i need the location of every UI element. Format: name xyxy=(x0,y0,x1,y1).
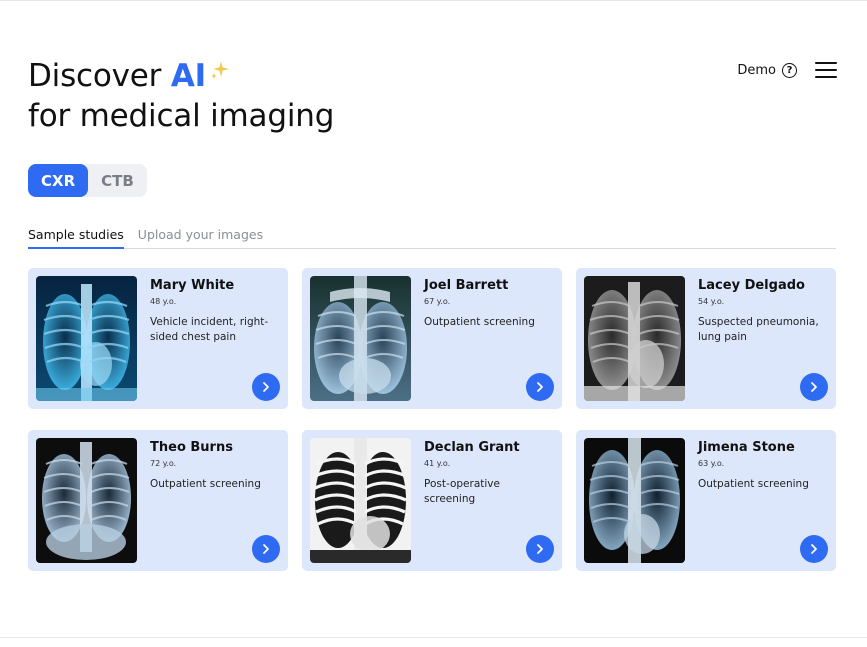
study-card[interactable]: Theo Burns 72 y.o. Outpatient screening xyxy=(28,430,288,571)
header-actions: Demo ? xyxy=(737,62,837,78)
chevron-right-icon xyxy=(537,382,543,392)
study-card[interactable]: Jimena Stone 63 y.o. Outpatient screenin… xyxy=(576,430,836,571)
study-description: Suspected pneumonia, lung pain xyxy=(698,316,819,343)
chevron-right-icon xyxy=(263,544,269,554)
xray-thumbnail xyxy=(310,438,411,563)
study-card[interactable]: Declan Grant 41 y.o. Post-operative scre… xyxy=(302,430,562,571)
study-description: Post-operative screening xyxy=(424,478,500,505)
tab-upload-images[interactable]: Upload your images xyxy=(138,226,263,248)
open-study-button[interactable] xyxy=(252,535,280,563)
tab-sample-studies[interactable]: Sample studies xyxy=(28,226,124,249)
xray-thumbnail xyxy=(584,438,685,563)
chevron-right-icon xyxy=(537,544,543,554)
study-info: Mary White 48 y.o. Vehicle incident, rig… xyxy=(150,278,274,345)
patient-name: Mary White xyxy=(150,278,235,293)
xray-thumbnail xyxy=(310,276,411,401)
patient-name: Theo Burns xyxy=(150,440,233,455)
title-line-2: for medical imaging xyxy=(28,98,335,134)
patient-age: 41 y.o. xyxy=(424,459,451,468)
study-description: Vehicle incident, right-sided chest pain xyxy=(150,316,269,343)
xray-thumbnail xyxy=(584,276,685,401)
top-border xyxy=(0,0,867,1)
title-ai: AI xyxy=(170,58,207,94)
study-card[interactable]: Joel Barrett 67 y.o. Outpatient screenin… xyxy=(302,268,562,409)
patient-age: 72 y.o. xyxy=(150,459,177,468)
chevron-right-icon xyxy=(811,382,817,392)
xray-thumbnail xyxy=(36,276,137,401)
study-tabs: Sample studies Upload your images xyxy=(28,226,836,249)
open-study-button[interactable] xyxy=(800,373,828,401)
study-card[interactable]: Mary White 48 y.o. Vehicle incident, rig… xyxy=(28,268,288,409)
modality-cxr-button[interactable]: CXR xyxy=(28,164,89,197)
patient-age: 63 y.o. xyxy=(698,459,725,468)
question-circle-icon: ? xyxy=(782,62,797,78)
study-description: Outpatient screening xyxy=(698,478,809,490)
modality-toggle: CXR CTB xyxy=(28,164,147,197)
study-info: Jimena Stone 63 y.o. Outpatient screenin… xyxy=(698,440,822,492)
demo-label: Demo xyxy=(737,62,776,78)
chevron-right-icon xyxy=(811,544,817,554)
study-description: Outpatient screening xyxy=(424,316,535,328)
open-study-button[interactable] xyxy=(252,373,280,401)
study-card[interactable]: Lacey Delgado 54 y.o. Suspected pneumoni… xyxy=(576,268,836,409)
hamburger-menu-icon[interactable] xyxy=(815,62,837,78)
patient-age: 67 y.o. xyxy=(424,297,451,306)
study-info: Joel Barrett 67 y.o. Outpatient screenin… xyxy=(424,278,548,330)
open-study-button[interactable] xyxy=(800,535,828,563)
study-grid: Mary White 48 y.o. Vehicle incident, rig… xyxy=(28,268,836,571)
study-description: Outpatient screening xyxy=(150,478,261,490)
title-line-1: Discover AI xyxy=(28,56,334,96)
patient-name: Declan Grant xyxy=(424,440,520,455)
study-info: Theo Burns 72 y.o. Outpatient screening xyxy=(150,440,274,492)
open-study-button[interactable] xyxy=(526,535,554,563)
demo-button[interactable]: Demo ? xyxy=(737,62,797,78)
patient-age: 54 y.o. xyxy=(698,297,725,306)
page-title: Discover AI for medical imaging xyxy=(28,56,334,136)
patient-name: Jimena Stone xyxy=(698,440,795,455)
study-info: Lacey Delgado 54 y.o. Suspected pneumoni… xyxy=(698,278,822,345)
xray-thumbnail xyxy=(36,438,137,563)
patient-name: Lacey Delgado xyxy=(698,278,805,293)
study-info: Declan Grant 41 y.o. Post-operative scre… xyxy=(424,440,548,507)
sparkle-icon xyxy=(211,61,230,79)
patient-name: Joel Barrett xyxy=(424,278,509,293)
title-text: Discover xyxy=(28,58,171,94)
chevron-right-icon xyxy=(263,382,269,392)
patient-age: 48 y.o. xyxy=(150,297,177,306)
bottom-border xyxy=(0,637,867,638)
open-study-button[interactable] xyxy=(526,373,554,401)
modality-ctb-button[interactable]: CTB xyxy=(88,164,147,197)
